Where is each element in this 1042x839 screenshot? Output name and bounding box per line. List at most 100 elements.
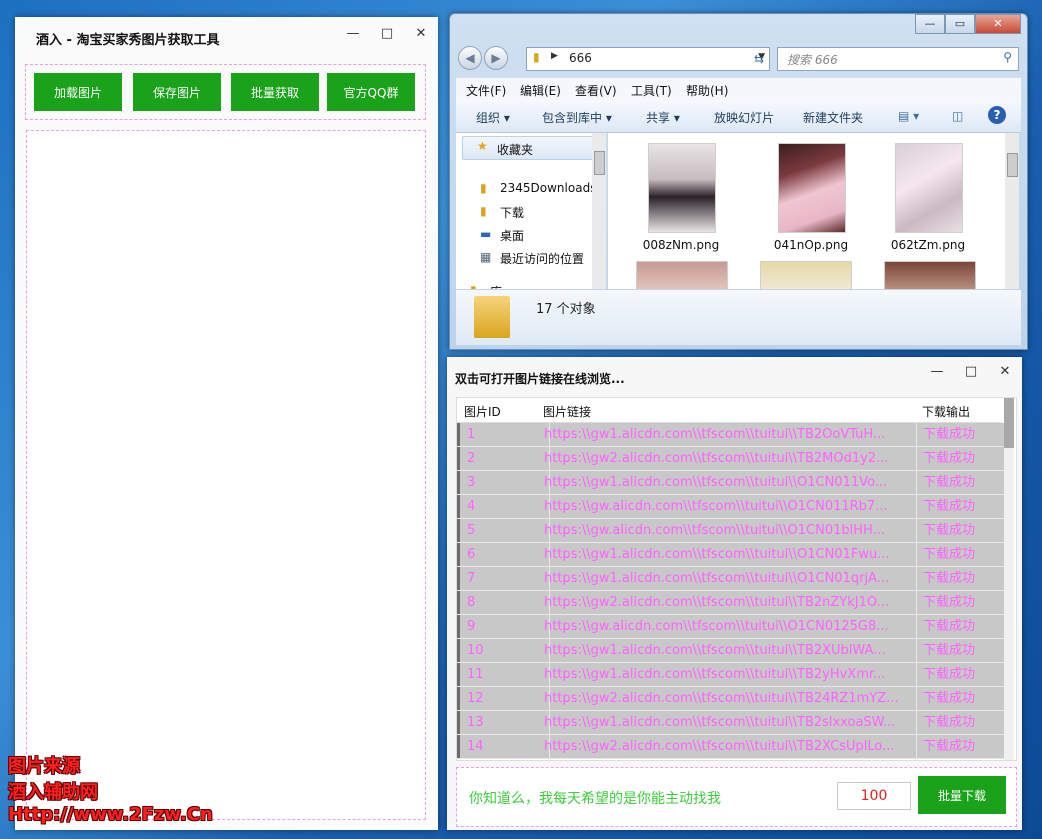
row-output-cell[interactable]: 下载成功 — [919, 591, 1013, 614]
row-id-cell[interactable]: 3 — [457, 471, 550, 494]
back-icon[interactable]: ◀ — [458, 46, 482, 70]
table-row[interactable]: 11 https:\\gw1.alicdn.com\\tfscom\\tuitui… — [457, 663, 1009, 687]
file-name[interactable]: 062tZm.png — [873, 238, 983, 252]
minimize-icon[interactable]: — — [920, 359, 954, 385]
forward-icon[interactable]: ▶ — [484, 46, 508, 70]
nav-item-downloads[interactable]: 下载 — [500, 204, 524, 221]
row-id-cell[interactable]: 4 — [457, 495, 550, 518]
row-output-cell[interactable]: 下载成功 — [919, 567, 1013, 590]
view-options-icon[interactable]: ▤ ▾ — [898, 109, 919, 123]
row-output-cell[interactable]: 下载成功 — [919, 735, 1013, 758]
file-name[interactable]: 041nOp.png — [756, 238, 866, 252]
file-name[interactable]: 008zNm.png — [626, 238, 736, 252]
help-icon[interactable]: ? — [988, 106, 1006, 124]
file-thumbnail[interactable] — [760, 261, 852, 289]
table-row[interactable]: 9 https:\\gw.alicdn.com\\tfscom\\tuitui\\… — [457, 615, 1009, 639]
table-row[interactable]: 10 https:\\gw1.alicdn.com\\tfscom\\tuitui… — [457, 639, 1009, 663]
row-id-cell[interactable]: 6 — [457, 543, 550, 566]
table-row[interactable]: 1 https:\\gw1.alicdn.com\\tfscom\\tuitui\… — [457, 423, 1009, 447]
row-url-cell[interactable]: https:\\gw1.alicdn.com\\tfscom\\tuitui\\… — [540, 543, 917, 566]
row-url-cell[interactable]: https:\\gw1.alicdn.com\\tfscom\\tuitui\\… — [540, 567, 917, 590]
count-input[interactable]: 100 — [837, 782, 911, 810]
table-row[interactable]: 14 https:\\gw2.alicdn.com\\tfscom\\tuitui… — [457, 735, 1009, 759]
table-row[interactable]: 13 https:\\gw1.alicdn.com\\tfscom\\tuitui… — [457, 711, 1009, 735]
nav-item-recent[interactable]: 最近访问的位置 — [500, 250, 584, 267]
row-url-cell[interactable]: https:\\gw1.alicdn.com\\tfscom\\tuitui\\… — [540, 711, 917, 734]
row-output-cell[interactable]: 下载成功 — [919, 687, 1013, 710]
row-output-cell[interactable]: 下载成功 — [919, 543, 1013, 566]
image-preview-area[interactable] — [26, 130, 426, 820]
row-output-cell[interactable]: 下载成功 — [919, 711, 1013, 734]
row-url-cell[interactable]: https:\\gw2.alicdn.com\\tfscom\\tuitui\\… — [540, 591, 917, 614]
column-header-output[interactable]: 下载输出 — [922, 403, 970, 420]
table-row[interactable]: 6 https:\\gw1.alicdn.com\\tfscom\\tuitui\… — [457, 543, 1009, 567]
file-thumbnail[interactable] — [778, 143, 846, 233]
link-table[interactable]: 图片ID 图片链接 下载输出 1 https:\\gw1.alicdn.com\\… — [456, 397, 1017, 761]
maximize-icon[interactable]: ▭ — [945, 14, 975, 34]
load-images-button[interactable]: 加载图片 — [34, 73, 122, 111]
table-row[interactable]: 2 https:\\gw2.alicdn.com\\tfscom\\tuitui\… — [457, 447, 1009, 471]
file-thumbnail[interactable] — [636, 261, 728, 289]
row-id-cell[interactable]: 10 — [457, 639, 550, 662]
share-button[interactable]: 共享 ▾ — [646, 109, 680, 126]
row-id-cell[interactable]: 9 — [457, 615, 550, 638]
batch-download-button[interactable]: 批量下载 — [918, 776, 1006, 814]
preview-pane-icon[interactable]: ◫ — [952, 109, 963, 123]
row-url-cell[interactable]: https:\\gw1.alicdn.com\\tfscom\\tuitui\\… — [540, 471, 917, 494]
menu-edit[interactable]: 编辑(E) — [520, 82, 561, 99]
column-header-url[interactable]: 图片链接 — [543, 403, 591, 420]
row-url-cell[interactable]: https:\\gw2.alicdn.com\\tfscom\\tuitui\\… — [540, 735, 917, 758]
table-row[interactable]: 4 https:\\gw.alicdn.com\\tfscom\\tuitui\\… — [457, 495, 1009, 519]
row-url-cell[interactable]: https:\\gw2.alicdn.com\\tfscom\\tuitui\\… — [540, 687, 917, 710]
table-row[interactable]: 7 https:\\gw1.alicdn.com\\tfscom\\tuitui\… — [457, 567, 1009, 591]
menu-file[interactable]: 文件(F) — [466, 82, 506, 99]
minimize-icon[interactable]: — — [915, 14, 945, 34]
row-id-cell[interactable]: 8 — [457, 591, 550, 614]
table-row[interactable]: 3 https:\\gw1.alicdn.com\\tfscom\\tuitui\… — [457, 471, 1009, 495]
row-url-cell[interactable]: https:\\gw1.alicdn.com\\tfscom\\tuitui\\… — [540, 639, 917, 662]
qq-group-button[interactable]: 官方QQ群 — [327, 73, 415, 111]
row-output-cell[interactable]: 下载成功 — [919, 639, 1013, 662]
close-icon[interactable]: ✕ — [975, 14, 1021, 34]
table-row[interactable]: 12 https:\\gw2.alicdn.com\\tfscom\\tuitui… — [457, 687, 1009, 711]
row-url-cell[interactable]: https:\\gw1.alicdn.com\\tfscom\\tuitui\\… — [540, 663, 917, 686]
menu-tools[interactable]: 工具(T) — [631, 82, 672, 99]
batch-fetch-button[interactable]: 批量获取 — [231, 73, 319, 111]
row-id-cell[interactable]: 14 — [457, 735, 550, 758]
row-output-cell[interactable]: 下载成功 — [919, 495, 1013, 518]
nav-scrollbar[interactable] — [592, 133, 606, 289]
file-thumbnail[interactable] — [884, 261, 976, 289]
search-input[interactable]: 搜索 666 ⚲ — [777, 47, 1019, 71]
row-id-cell[interactable]: 2 — [457, 447, 550, 470]
slideshow-button[interactable]: 放映幻灯片 — [714, 109, 774, 126]
favorites-header[interactable]: ★ 收藏夹 — [462, 136, 594, 160]
row-url-cell[interactable]: https:\\gw2.alicdn.com\\tfscom\\tuitui\\… — [540, 447, 917, 470]
minimize-icon[interactable]: — — [336, 21, 370, 47]
table-row[interactable]: 5 https:\\gw.alicdn.com\\tfscom\\tuitui\\… — [457, 519, 1009, 543]
file-thumbnail[interactable] — [895, 143, 963, 233]
row-id-cell[interactable]: 5 — [457, 519, 550, 542]
column-header-id[interactable]: 图片ID — [464, 403, 501, 420]
refresh-icon[interactable]: ⇆ — [748, 49, 770, 69]
row-id-cell[interactable]: 11 — [457, 663, 550, 686]
row-output-cell[interactable]: 下载成功 — [919, 471, 1013, 494]
menu-view[interactable]: 查看(V) — [575, 82, 617, 99]
row-output-cell[interactable]: 下载成功 — [919, 615, 1013, 638]
search-icon[interactable]: ⚲ — [1003, 50, 1012, 64]
maximize-icon[interactable]: □ — [954, 359, 988, 385]
close-icon[interactable]: ✕ — [988, 359, 1022, 385]
nav-item-downloads-2345[interactable]: 2345Downloads — [500, 181, 596, 195]
address-bar[interactable]: ▮ ▶ 666 ▼ — [526, 47, 770, 71]
row-output-cell[interactable]: 下载成功 — [919, 519, 1013, 542]
table-row[interactable]: 8 https:\\gw2.alicdn.com\\tfscom\\tuitui\… — [457, 591, 1009, 615]
save-images-button[interactable]: 保存图片 — [133, 73, 221, 111]
row-id-cell[interactable]: 1 — [457, 423, 550, 446]
row-url-cell[interactable]: https:\\gw.alicdn.com\\tfscom\\tuitui\\O… — [540, 519, 917, 542]
files-scrollbar[interactable] — [1005, 133, 1019, 289]
row-id-cell[interactable]: 12 — [457, 687, 550, 710]
row-id-cell[interactable]: 7 — [457, 567, 550, 590]
include-in-library-button[interactable]: 包含到库中 ▾ — [542, 109, 612, 126]
row-output-cell[interactable]: 下载成功 — [919, 447, 1013, 470]
row-url-cell[interactable]: https:\\gw1.alicdn.com\\tfscom\\tuitui\\… — [540, 423, 917, 446]
row-output-cell[interactable]: 下载成功 — [919, 423, 1013, 446]
